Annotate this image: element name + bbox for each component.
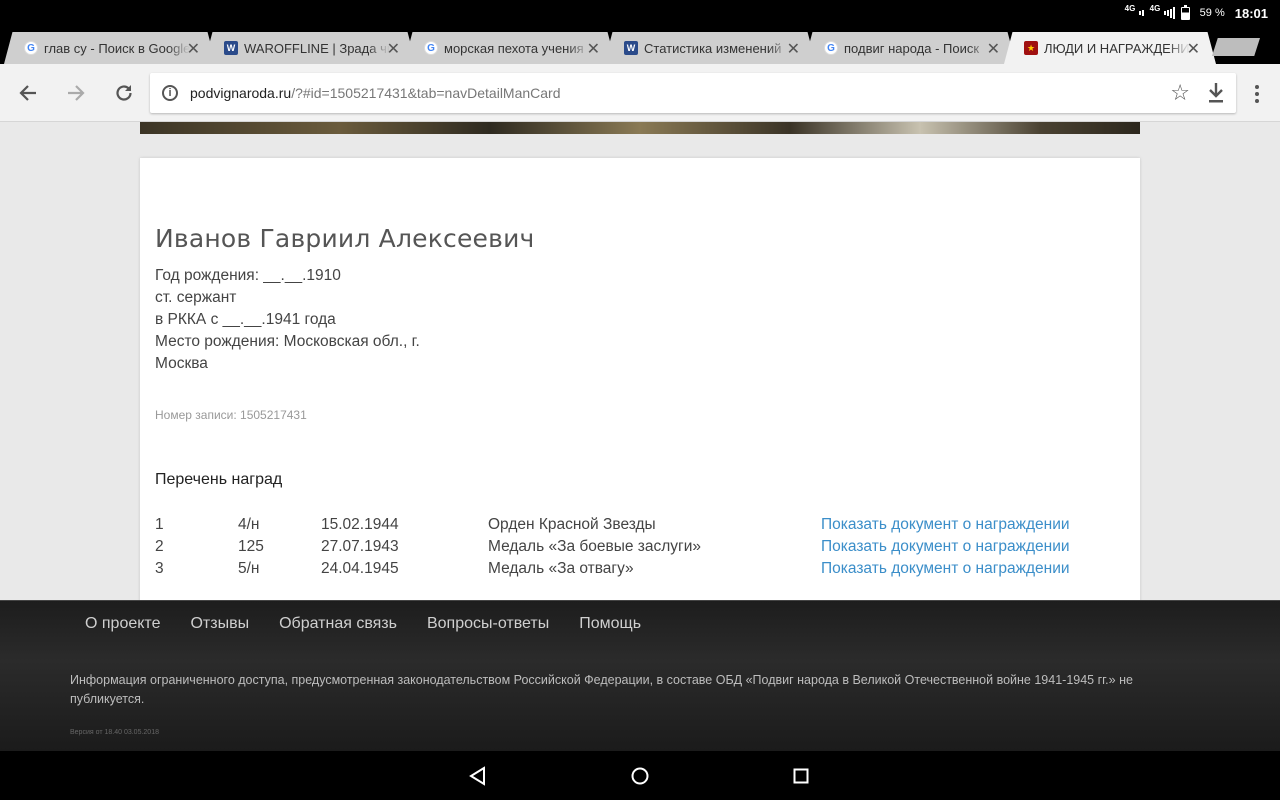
award-number: 3 (155, 560, 164, 577)
podvig-icon: ★ (1024, 41, 1038, 55)
tab-title: глав су - Поиск в Google (44, 40, 190, 56)
person-details: Год рождения: __.__.1910 ст. сержант в Р… (155, 265, 455, 375)
footer-version: Версия от 18.40 03.05.2018 (70, 729, 159, 736)
person-name: Иванов Гавриил Алексеевич (155, 224, 535, 253)
birthplace-city: Москва (155, 355, 208, 372)
url-path: /?#id=1505217431&tab=navDetailManCard (291, 85, 561, 101)
award-row: 3 5/н 24.04.1945 Медаль «За отвагу» Пока… (155, 558, 1125, 580)
award-doc-number: 4/н (238, 516, 260, 533)
show-award-document-link[interactable]: Показать документ о награждении (821, 514, 1070, 536)
android-nav-bar (0, 751, 1280, 800)
record-number: Номер записи: 1505217431 (155, 408, 307, 422)
awards-title: Перечень наград (155, 471, 283, 488)
new-tab-button[interactable] (1212, 38, 1260, 56)
awards-table: 1 4/н 15.02.1944 Орден Красной Звезды По… (155, 514, 1125, 580)
footer-link-faq[interactable]: Вопросы-ответы (427, 615, 549, 633)
site-footer: О проекте Отзывы Обратная связь Вопросы-… (0, 600, 1280, 751)
award-name: Медаль «За боевые заслуги» (488, 538, 701, 555)
tab-title: морская пехота учения (444, 40, 584, 56)
close-icon[interactable]: ✕ (187, 39, 200, 59)
google-icon: G (824, 41, 838, 55)
person-card: Иванов Гавриил Алексеевич Год рождения: … (140, 158, 1140, 600)
birth-year: Год рождения: __.__.1910 (155, 267, 341, 284)
browser-tab[interactable]: G морская пехота учения ✕ (404, 32, 616, 64)
signal-strength-icon: 4G (1150, 4, 1175, 19)
waroffline-icon: W (224, 41, 238, 55)
tab-title: WAROFFLINE | Зрада чи (244, 40, 390, 56)
award-date: 15.02.1944 (321, 516, 399, 533)
birthplace: Место рождения: Московская обл., г. (155, 333, 420, 350)
award-date: 27.07.1943 (321, 538, 399, 555)
url-host: podvignaroda.ru (190, 85, 292, 101)
home-circle-icon[interactable] (627, 763, 653, 789)
browser-tab[interactable]: G глав су - Поиск в Google ✕ (4, 32, 216, 64)
award-date: 24.04.1945 (321, 560, 399, 577)
show-award-document-link[interactable]: Показать документ о награждении (821, 558, 1070, 580)
rank: ст. сержант (155, 289, 237, 306)
browser-toolbar: i podvignaroda.ru/?#id=1505217431&tab=na… (0, 64, 1280, 122)
footer-disclaimer: Информация ограниченного доступа, предус… (70, 673, 1133, 706)
award-doc-number: 125 (238, 538, 264, 555)
browser-tab[interactable]: W WAROFFLINE | Зрада чи ✕ (204, 32, 416, 64)
tab-strip: G глав су - Поиск в Google ✕ W WAROFFLIN… (0, 26, 1280, 64)
status-bar: 4G 4G 59 % 18:01 (0, 0, 1280, 26)
footer-nav: О проекте Отзывы Обратная связь Вопросы-… (85, 615, 671, 633)
signal-4g-icon: 4G (1125, 4, 1144, 19)
header-banner-image (140, 122, 1140, 134)
tab-title: ЛЮДИ И НАГРАЖДЕНИ (1044, 40, 1190, 56)
address-bar[interactable]: i podvignaroda.ru/?#id=1505217431&tab=na… (150, 73, 1236, 113)
browser-tab[interactable]: G подвиг народа - Поиск ✕ (804, 32, 1016, 64)
award-row: 1 4/н 15.02.1944 Орден Красной Звезды По… (155, 514, 1125, 536)
close-icon[interactable]: ✕ (387, 39, 400, 59)
bookmark-star-icon[interactable]: ☆ (1170, 80, 1190, 106)
page-viewport: Иванов Гавриил Алексеевич Год рождения: … (0, 122, 1280, 600)
footer-link-about[interactable]: О проекте (85, 615, 160, 633)
award-number: 2 (155, 538, 164, 555)
award-row: 2 125 27.07.1943 Медаль «За боевые заслу… (155, 536, 1125, 558)
browser-tab-active[interactable]: ★ ЛЮДИ И НАГРАЖДЕНИ ✕ (1004, 32, 1216, 64)
battery-percent: 59 % (1199, 7, 1225, 19)
back-arrow-icon[interactable] (13, 78, 43, 108)
forward-arrow-icon[interactable] (61, 78, 91, 108)
service-start: в РККА с __.__.1941 года (155, 311, 336, 328)
battery-icon (1180, 4, 1190, 20)
close-icon[interactable]: ✕ (987, 39, 1000, 59)
close-icon[interactable]: ✕ (1187, 39, 1200, 59)
award-name: Медаль «За отвагу» (488, 560, 634, 577)
recents-square-icon[interactable] (788, 763, 814, 789)
info-icon[interactable]: i (162, 85, 178, 101)
google-icon: G (424, 41, 438, 55)
reload-icon[interactable] (109, 78, 139, 108)
footer-link-feedback[interactable]: Обратная связь (279, 615, 397, 633)
award-doc-number: 5/н (238, 560, 260, 577)
tab-title: Статистика изменений (644, 40, 782, 56)
google-icon: G (24, 41, 38, 55)
download-icon[interactable] (1206, 81, 1226, 105)
footer-link-help[interactable]: Помощь (579, 615, 641, 633)
close-icon[interactable]: ✕ (787, 39, 800, 59)
back-triangle-icon[interactable] (465, 763, 491, 789)
footer-link-reviews[interactable]: Отзывы (190, 615, 249, 633)
close-icon[interactable]: ✕ (587, 39, 600, 59)
menu-dots-icon[interactable] (1248, 82, 1266, 106)
clock: 18:01 (1234, 5, 1268, 21)
waroffline-icon: W (624, 41, 638, 55)
show-award-document-link[interactable]: Показать документ о награждении (821, 536, 1070, 558)
tab-title: подвиг народа - Поиск (844, 40, 980, 56)
browser-tab[interactable]: W Статистика изменений ✕ (604, 32, 816, 64)
award-number: 1 (155, 516, 164, 533)
award-name: Орден Красной Звезды (488, 516, 656, 533)
